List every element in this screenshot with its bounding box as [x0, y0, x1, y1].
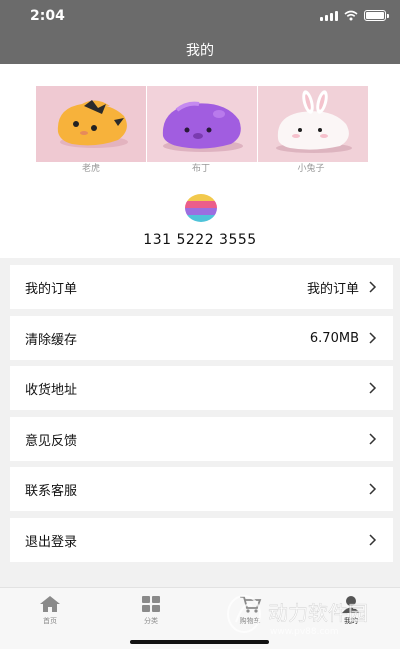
- nav-header: 2:04 我的: [0, 0, 400, 64]
- gallery-caption: 小兔子: [297, 164, 325, 174]
- menu-label: 清除缓存: [25, 332, 78, 348]
- menu-label: 联系客服: [25, 483, 78, 499]
- page-title: 我的: [186, 43, 214, 59]
- signal-icon: [320, 10, 338, 21]
- tab-label: 分类: [144, 617, 158, 625]
- pudding-squishy-image: [162, 101, 243, 152]
- battery-icon: [364, 10, 389, 21]
- cache-size-value: 6.70MB: [309, 330, 359, 346]
- profile-card: 老虎 布丁 小兔子 131 5222 3555: [0, 64, 400, 258]
- user-phone-number: 131 5222 3555: [143, 232, 257, 248]
- status-icons: [320, 10, 389, 21]
- menu-label: 退出登录: [25, 534, 78, 550]
- watermark-url: www.pv88.com: [270, 627, 339, 637]
- menu-item-clear-cache[interactable]: 清除缓存 6.70MB: [10, 316, 393, 360]
- chevron-right-icon: [369, 332, 377, 344]
- grid-icon: [142, 596, 160, 612]
- menu-item-feedback[interactable]: 意见反馈: [10, 417, 393, 461]
- home-indicator: [130, 640, 269, 644]
- home-icon: [40, 596, 60, 612]
- watermark-logo: 动力软件园 www.pv88.com: [227, 595, 368, 637]
- menu-label: 我的订单: [25, 281, 78, 297]
- bunny-squishy-image: [276, 90, 352, 153]
- gallery-caption: 老虎: [81, 164, 100, 174]
- chevron-right-icon: [369, 281, 377, 293]
- avatar-logo[interactable]: [185, 194, 217, 222]
- menu-label: 收货地址: [25, 382, 78, 398]
- menu-item-logout[interactable]: 退出登录: [10, 518, 393, 562]
- status-time: 2:04: [30, 8, 65, 24]
- tab-label: 首页: [43, 617, 57, 625]
- wifi-icon: [344, 10, 358, 21]
- menu-value: 我的订单: [306, 281, 359, 297]
- product-gallery: [36, 86, 368, 162]
- menu-item-contact-support[interactable]: 联系客服: [10, 467, 393, 511]
- menu-item-shipping-address[interactable]: 收货地址: [10, 366, 393, 410]
- gallery-item-tiger[interactable]: [36, 86, 146, 162]
- chevron-right-icon: [369, 534, 377, 546]
- watermark-text: 动力软件园: [268, 601, 368, 625]
- gallery-caption: 布丁: [191, 164, 210, 174]
- menu-item-my-orders[interactable]: 我的订单 我的订单: [10, 265, 393, 309]
- chevron-right-icon: [369, 382, 377, 394]
- gallery-captions: 老虎 布丁 小兔子: [36, 162, 368, 176]
- tab-home[interactable]: 首页: [20, 594, 80, 630]
- menu-label: 意见反馈: [25, 433, 78, 449]
- chevron-right-icon: [369, 483, 377, 495]
- tab-category[interactable]: 分类: [121, 594, 181, 630]
- chevron-right-icon: [369, 433, 377, 445]
- tiger-squishy-image: [57, 100, 128, 148]
- gallery-item-bunny[interactable]: [258, 86, 368, 162]
- gallery-item-pudding[interactable]: [147, 86, 257, 162]
